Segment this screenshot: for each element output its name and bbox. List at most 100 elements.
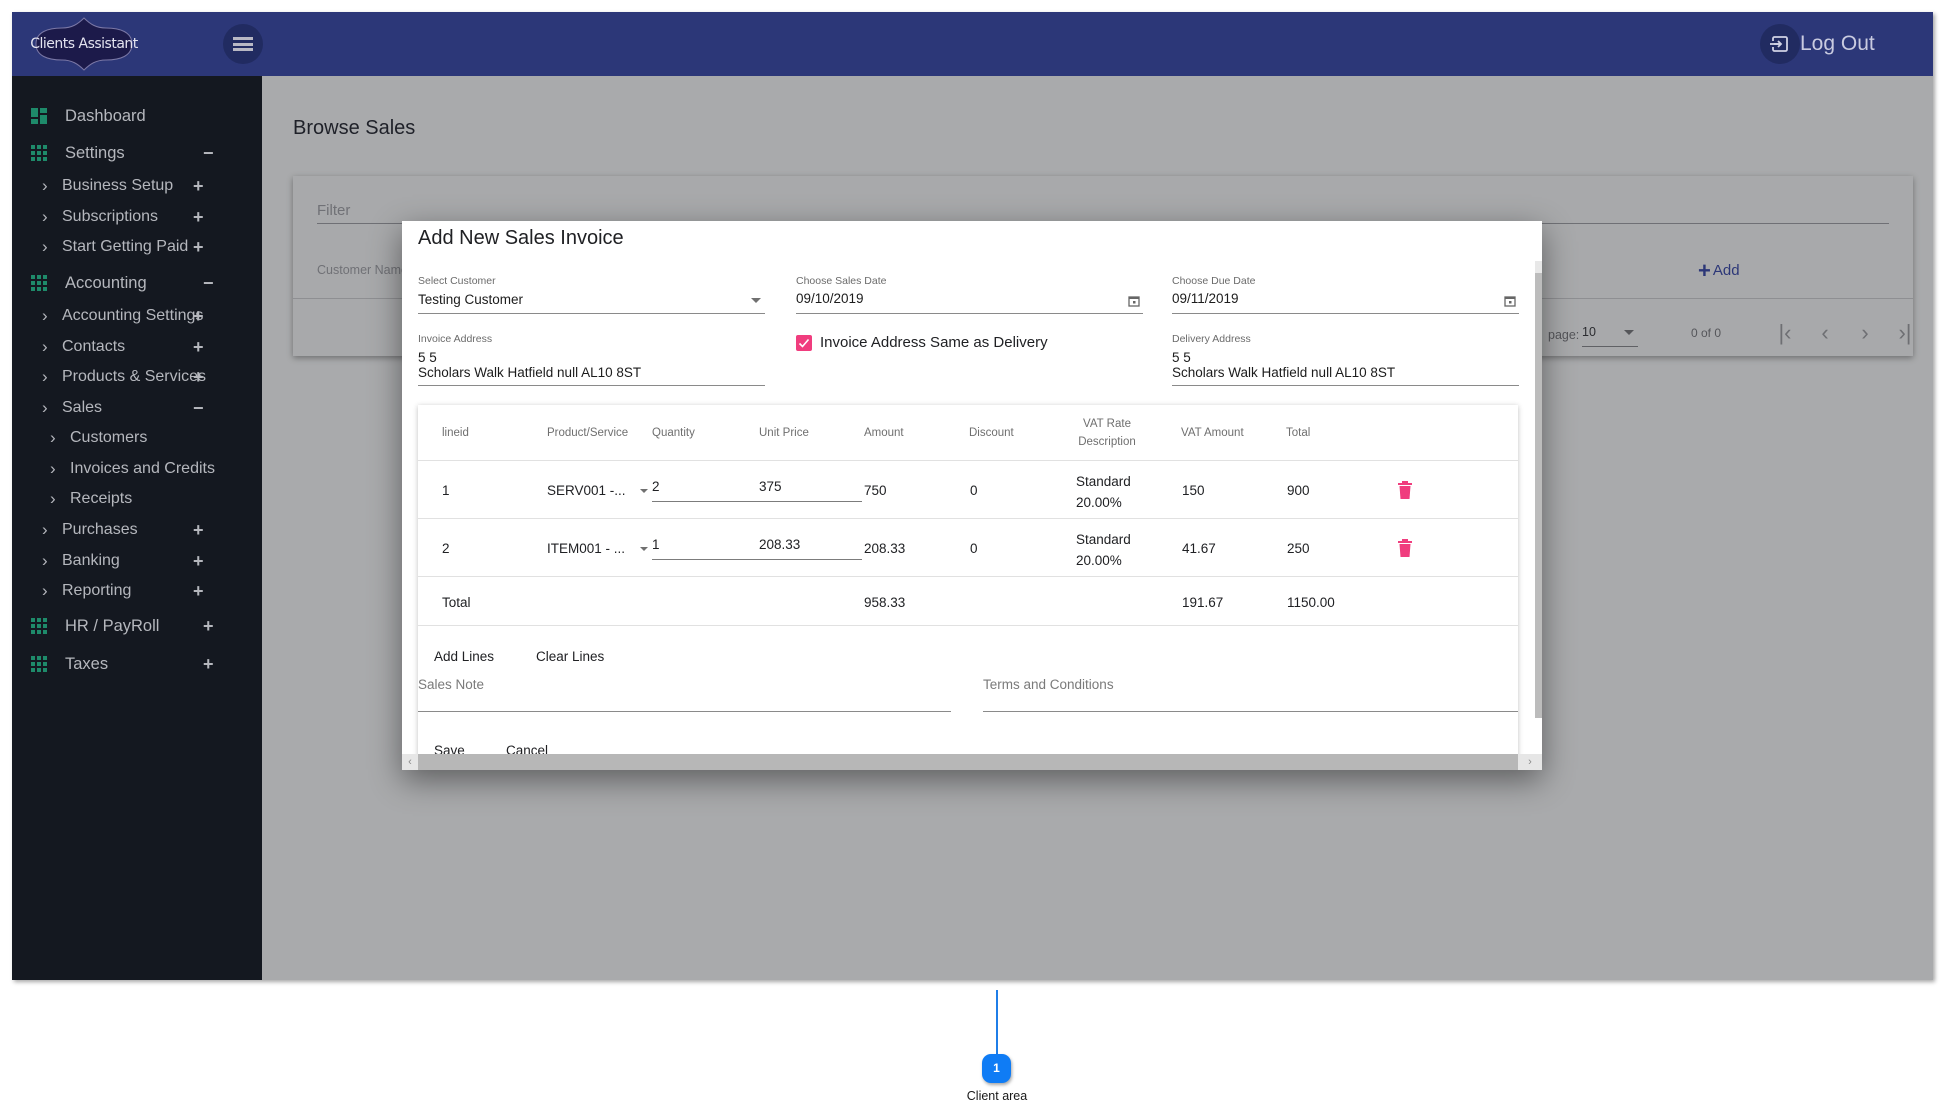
prev-page-icon[interactable]: ‹ <box>1813 321 1837 345</box>
th-discount: Discount <box>969 427 1014 439</box>
sidebar-item-purchases[interactable]: › Purchases + <box>12 514 262 546</box>
column-header-customer-name[interactable]: Customer Name <box>317 263 408 277</box>
expand-icon[interactable]: + <box>203 654 214 675</box>
next-page-icon[interactable]: › <box>1853 321 1877 345</box>
sidebar-item-hr-payroll[interactable]: HR / PayRoll + <box>12 610 262 642</box>
sales-note-input[interactable]: Sales Note <box>418 677 484 692</box>
expand-icon[interactable]: + <box>193 551 204 572</box>
caret-down-icon[interactable] <box>640 547 648 551</box>
sidebar-item-products-services[interactable]: › Products & Services + <box>12 361 262 393</box>
cell-unit-price-input[interactable]: 208.33 <box>759 537 800 552</box>
sidebar-item-accounting[interactable]: Accounting − <box>12 267 262 299</box>
cell-total: 250 <box>1287 541 1310 556</box>
collapse-icon[interactable]: − <box>193 398 204 419</box>
chevron-right-icon: › <box>42 367 48 386</box>
sidebar-item-dashboard[interactable]: Dashboard <box>12 100 262 132</box>
sidebar-item-taxes[interactable]: Taxes + <box>12 648 262 680</box>
delete-line-icon[interactable] <box>1398 539 1412 557</box>
terms-input[interactable]: Terms and Conditions <box>983 677 1114 692</box>
invoice-address-line1[interactable]: 5 5 <box>418 350 437 365</box>
cell-quantity-input[interactable]: 1 <box>652 537 660 552</box>
due-date-input[interactable]: 09/11/2019 <box>1172 291 1239 306</box>
expand-icon[interactable]: + <box>193 306 204 327</box>
sidebar-item-sales[interactable]: › Sales − <box>12 392 262 424</box>
cell-vat-rate-pct: 20.00% <box>1076 553 1122 568</box>
chevron-right-icon: › <box>42 176 48 195</box>
caret-down-icon[interactable] <box>640 489 648 493</box>
customer-underline <box>418 313 765 314</box>
add-sale-button[interactable]: + Add <box>1698 258 1740 284</box>
sidebar-item-customers[interactable]: › Customers <box>12 422 262 454</box>
expand-icon[interactable]: + <box>193 337 204 358</box>
expand-icon[interactable]: + <box>193 367 204 388</box>
chevron-right-icon: › <box>50 459 56 478</box>
customer-select[interactable]: Testing Customer <box>418 292 523 307</box>
sidebar-item-subscriptions[interactable]: › Subscriptions + <box>12 201 262 233</box>
callout-label: Client area <box>966 1089 1028 1103</box>
calendar-icon[interactable] <box>1504 295 1516 307</box>
delivery-address-line2[interactable]: Scholars Walk Hatfield null AL10 8ST <box>1172 365 1395 380</box>
caret-down-icon[interactable] <box>751 298 761 303</box>
expand-icon[interactable]: + <box>193 207 204 228</box>
sidebar-item-business-setup[interactable]: › Business Setup + <box>12 170 262 202</box>
vertical-scrollbar[interactable] <box>1535 273 1542 718</box>
sidebar-item-label: Subscriptions <box>62 208 159 225</box>
last-page-icon[interactable]: ›| <box>1893 321 1917 345</box>
cell-amount: 750 <box>864 483 887 498</box>
th-total: Total <box>1286 427 1311 439</box>
cell-product-select[interactable]: SERV001 -... <box>547 483 626 498</box>
sidebar-item-start-getting-paid[interactable]: › Start Getting Paid + <box>12 231 262 263</box>
top-bar: Clients Assistant Log Out <box>12 12 1933 76</box>
expand-icon[interactable]: + <box>193 237 204 258</box>
sidebar-item-settings[interactable]: Settings − <box>12 137 262 169</box>
sidebar-item-label: Purchases <box>62 521 138 538</box>
sidebar-item-accounting-settings[interactable]: › Accounting Settings + <box>12 300 262 332</box>
invoice-address-line2[interactable]: Scholars Walk Hatfield null AL10 8ST <box>418 365 641 380</box>
scroll-right-icon[interactable]: › <box>1518 754 1542 770</box>
cell-product-select[interactable]: ITEM001 - ... <box>547 541 625 556</box>
sidebar-item-label: Products & Services <box>62 368 207 385</box>
scroll-left-icon[interactable]: ‹ <box>402 754 418 770</box>
expand-icon[interactable]: + <box>203 616 214 637</box>
hamburger-icon <box>233 37 253 40</box>
expand-icon[interactable]: + <box>193 581 204 602</box>
expand-icon[interactable]: + <box>193 176 204 197</box>
cell-amount: 208.33 <box>864 541 906 556</box>
chevron-right-icon: › <box>42 306 48 325</box>
collapse-icon[interactable]: − <box>203 273 214 294</box>
expand-icon[interactable]: + <box>193 520 204 541</box>
delete-line-icon[interactable] <box>1398 481 1412 499</box>
sidebar-item-reporting[interactable]: › Reporting + <box>12 575 262 607</box>
app-logo[interactable]: Clients Assistant <box>28 16 140 72</box>
rows-per-page-select[interactable]: 10 <box>1582 325 1638 347</box>
grid-icon <box>31 275 47 291</box>
horizontal-scrollbar[interactable]: ‹ › <box>402 754 1542 770</box>
th-quantity: Quantity <box>652 427 695 439</box>
input-underline <box>652 501 862 502</box>
sidebar-item-receipts[interactable]: › Receipts <box>12 483 262 515</box>
plus-icon: + <box>1698 258 1711 283</box>
sales-date-label: Choose Sales Date <box>796 275 887 287</box>
same-as-delivery-checkbox[interactable] <box>796 335 812 351</box>
chevron-right-icon: › <box>42 520 48 539</box>
cell-quantity-input[interactable]: 2 <box>652 479 660 494</box>
th-product: Product/Service <box>547 427 629 439</box>
delivery-address-line1[interactable]: 5 5 <box>1172 350 1191 365</box>
caret-down-icon <box>1624 330 1634 335</box>
cell-unit-price-input[interactable]: 375 <box>759 479 782 494</box>
delivery-address-label: Delivery Address <box>1172 333 1251 345</box>
sidebar-item-banking[interactable]: › Banking + <box>12 545 262 577</box>
calendar-icon[interactable] <box>1128 295 1140 307</box>
sidebar-item-invoices-and-credits[interactable]: › Invoices and Credits <box>12 453 262 485</box>
add-lines-button[interactable]: Add Lines <box>434 649 494 664</box>
logout-button[interactable]: Log Out <box>1760 24 1875 64</box>
sidebar-item-label: Banking <box>62 552 120 569</box>
collapse-icon[interactable]: − <box>203 143 214 164</box>
menu-toggle-button[interactable] <box>223 24 263 64</box>
sales-date-input[interactable]: 09/10/2019 <box>796 291 864 306</box>
totals-total: 1150.00 <box>1287 595 1335 610</box>
first-page-icon[interactable]: |‹ <box>1773 321 1797 345</box>
sidebar-item-contacts[interactable]: › Contacts + <box>12 331 262 363</box>
clear-lines-button[interactable]: Clear Lines <box>536 649 604 664</box>
scroll-up-button[interactable] <box>1535 261 1542 273</box>
